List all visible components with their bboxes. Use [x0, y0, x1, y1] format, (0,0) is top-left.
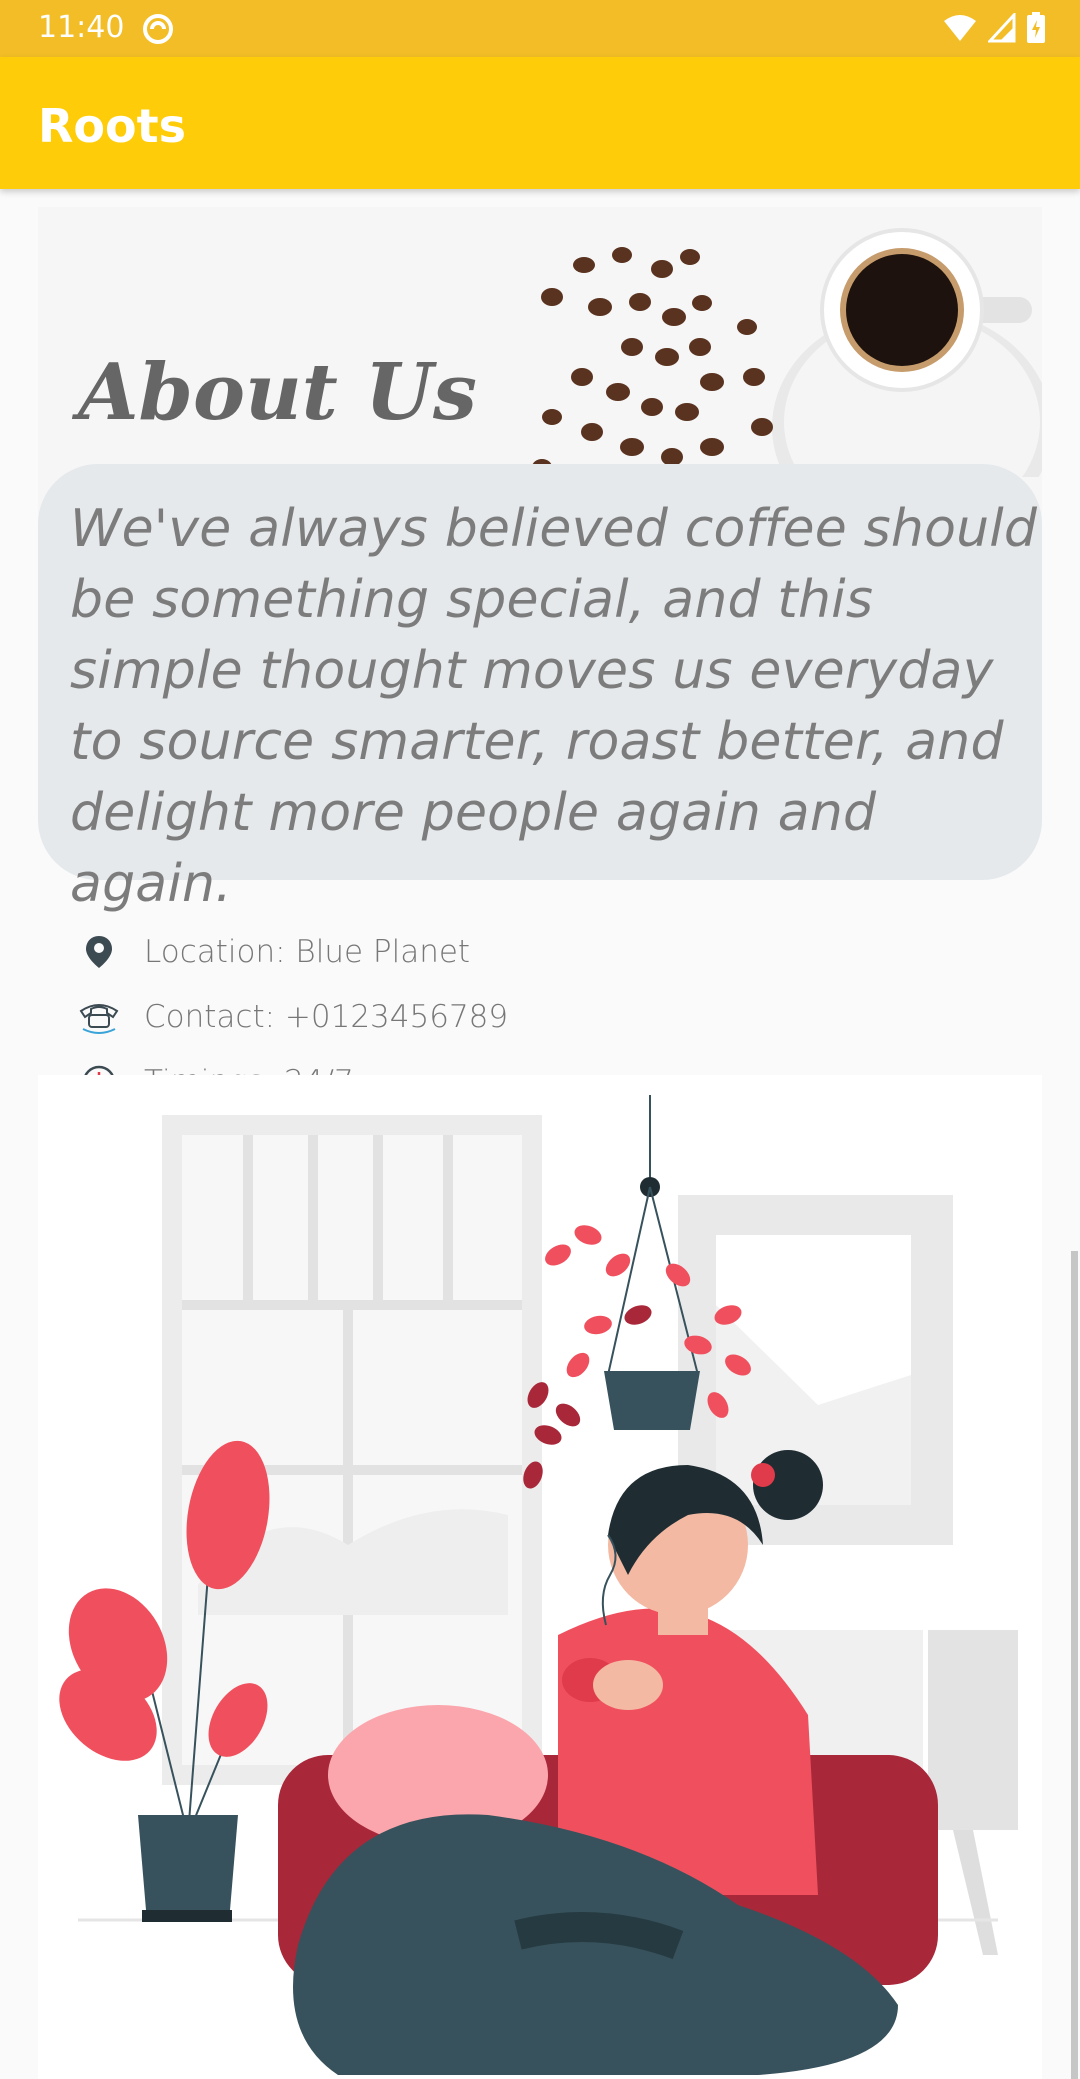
phone-icon: [79, 1003, 119, 1034]
scrollbar[interactable]: [1071, 1251, 1078, 2079]
status-bar: 11:40: [0, 0, 1080, 57]
location-label: Location: Blue Planet: [144, 933, 471, 970]
location-pin-icon: [86, 935, 112, 968]
do-not-disturb-icon: [143, 14, 173, 44]
woman-with-coffee-illustration: [59, 1095, 1018, 2075]
battery-icon: [1027, 12, 1045, 43]
page-title: About Us: [78, 347, 477, 438]
contact-label: Contact: +0123456789: [144, 998, 509, 1035]
wifi-icon: [944, 15, 976, 41]
signal-icon: [988, 13, 1016, 43]
status-time: 11:40: [38, 10, 125, 45]
info-row-contact: Contact: +0123456789: [76, 984, 508, 1049]
info-row-location: Location: Blue Planet: [76, 919, 508, 984]
quote-text: We've always believed coffee should be s…: [70, 499, 1038, 914]
app-title: Roots: [38, 99, 186, 153]
illustration-card: [38, 1075, 1042, 2079]
app-bar: Roots: [0, 57, 1080, 189]
quote-card: We've always believed coffee should be s…: [38, 464, 1042, 914]
content-scroll-area[interactable]: About Us We've always believed coffee sh…: [0, 189, 1080, 2079]
